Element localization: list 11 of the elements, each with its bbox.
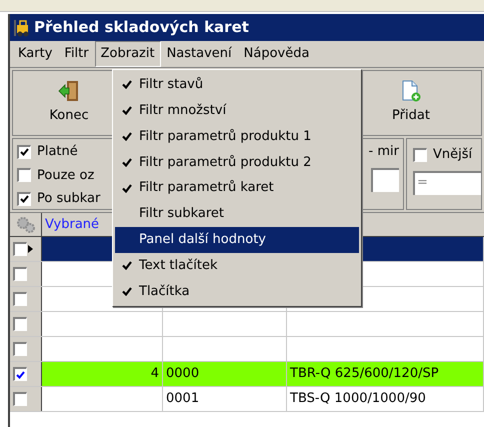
table-cell-text: 0001 xyxy=(166,390,200,408)
checkbox-label: Platné xyxy=(37,143,78,161)
range-label: - mir xyxy=(368,143,399,161)
checkbox-label: Vnější xyxy=(433,146,472,164)
window-title: Přehled skladových karet xyxy=(34,17,249,38)
table-cell-text: TBS-Q 1000/1000/90 xyxy=(290,390,426,408)
checkbox-label: Pouze oz xyxy=(37,166,94,184)
checkbox-label: Po subkar xyxy=(37,190,100,208)
table-cell-text: 4 xyxy=(150,365,159,384)
table-cell-text: TBR-Q 625/600/120/SP xyxy=(290,365,439,384)
table-cell-text: 0000 xyxy=(166,365,200,384)
